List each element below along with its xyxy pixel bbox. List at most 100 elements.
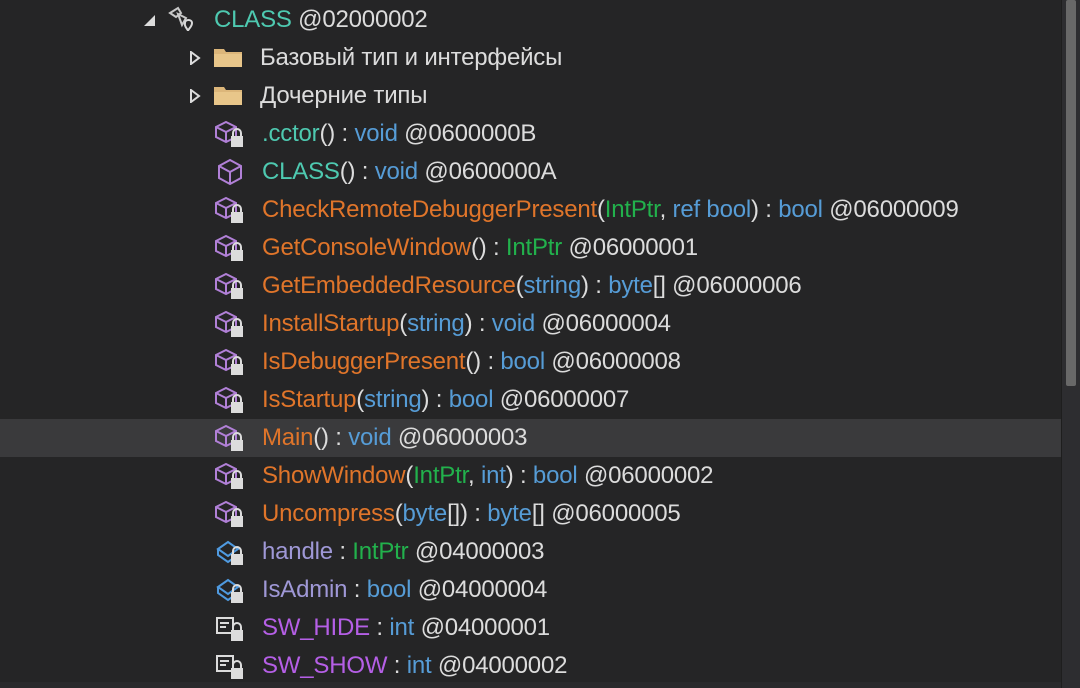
label-segment: @04000002 <box>431 652 568 679</box>
scrollbar-thumb[interactable] <box>1066 0 1076 386</box>
label-segment: InstallStartup <box>262 310 400 337</box>
tree-row-label: handle : IntPtr @04000003 <box>262 538 544 566</box>
tree-row[interactable]: ShowWindow(IntPtr, int) : bool @06000002 <box>0 457 1062 495</box>
label-segment: ) : <box>464 310 492 337</box>
label-segment: ) : <box>751 196 779 223</box>
tree-row[interactable]: .cctor() : void @0600000B <box>0 115 1062 153</box>
label-segment: ( <box>394 500 403 527</box>
folder-icon <box>212 43 244 73</box>
collapsed-arrow-icon[interactable] <box>188 89 202 103</box>
tree-row-label: IsDebuggerPresent() : bool @06000008 <box>262 348 681 376</box>
tree-row[interactable]: CLASS @02000002 <box>0 1 1062 39</box>
label-segment: CLASS <box>214 6 292 33</box>
label-segment: @04000004 <box>411 576 548 603</box>
label-segment: GetEmbeddedResource <box>262 272 516 299</box>
label-segment: ( <box>399 310 408 337</box>
label-segment: bool <box>448 386 494 413</box>
label-segment: void <box>491 310 536 337</box>
label-segment: Дочерние типы <box>260 82 428 109</box>
tree-row[interactable]: Базовый тип и интерфейсы <box>0 39 1062 77</box>
label-segment: @06000002 <box>577 462 714 489</box>
tree-row[interactable]: SW_SHOW : int @04000002 <box>0 647 1062 685</box>
tree-row[interactable]: IsDebuggerPresent() : bool @06000008 <box>0 343 1062 381</box>
label-segment: : <box>332 538 353 565</box>
tree-row-label: GetConsoleWindow() : IntPtr @06000001 <box>262 234 698 262</box>
tree-row-label: ShowWindow(IntPtr, int) : bool @06000002 <box>262 462 714 490</box>
label-segment: IntPtr <box>352 538 409 565</box>
tree-row-label: GetEmbeddedResource(string) : byte[] @06… <box>262 272 802 300</box>
tree-row[interactable]: SW_HIDE : int @04000001 <box>0 609 1062 647</box>
label-segment: [] @06000005 <box>531 500 681 527</box>
label-segment: .cctor <box>262 120 320 147</box>
label-segment: SW_SHOW <box>262 652 388 679</box>
label-segment: void <box>374 158 418 185</box>
label-segment: , <box>468 462 481 489</box>
label-segment: bool <box>500 348 545 375</box>
label-segment: GetConsoleWindow <box>262 234 471 261</box>
tree-row[interactable]: Uncompress(byte[]) : byte[] @06000005 <box>0 495 1062 533</box>
tree-row[interactable]: Дочерние типы <box>0 77 1062 115</box>
label-segment: void <box>354 120 398 147</box>
label-segment: : <box>347 576 367 603</box>
assembly-tree-pane: CLASS @02000002 Базовый тип и интерфейсы Д… <box>0 0 1080 688</box>
label-segment: : <box>387 652 407 679</box>
expanded-arrow-icon[interactable] <box>142 13 156 27</box>
tree-row[interactable]: GetEmbeddedResource(string) : byte[] @06… <box>0 267 1062 305</box>
label-segment: int <box>389 614 415 641</box>
label-segment: Uncompress <box>262 500 395 527</box>
label-segment: () : <box>313 424 349 451</box>
tree-row-label: SW_HIDE : int @04000001 <box>262 614 550 642</box>
label-segment: Main <box>262 424 314 451</box>
label-segment: @06000008 <box>544 348 681 375</box>
label-segment: () : <box>319 120 355 147</box>
label-segment: @06000004 <box>535 310 671 337</box>
field-private-icon <box>214 537 246 567</box>
tree-row-label: .cctor() : void @0600000B <box>262 120 536 148</box>
tree-row-label: Uncompress(byte[]) : byte[] @06000005 <box>262 500 681 528</box>
constant-private-icon <box>214 613 246 643</box>
label-segment: byte <box>402 500 448 527</box>
label-segment: byte <box>608 272 653 299</box>
label-segment: @02000002 <box>291 6 428 33</box>
tree-row[interactable]: IsStartup(string) : bool @06000007 <box>0 381 1062 419</box>
label-segment: CheckRemoteDebuggerPresent <box>262 196 597 223</box>
label-segment: ( <box>356 386 365 413</box>
tree-row[interactable]: Main() : void @06000003 <box>0 419 1062 457</box>
label-segment: string <box>407 310 465 337</box>
method-private-icon <box>214 499 246 529</box>
label-segment: SW_HIDE <box>262 614 370 641</box>
tree-row[interactable]: IsAdmin : bool @04000004 <box>0 571 1062 609</box>
constant-private-icon <box>214 651 246 681</box>
label-segment: @06000007 <box>493 386 630 413</box>
method-private-icon <box>214 347 246 377</box>
label-segment: ) : <box>421 386 449 413</box>
label-segment: @06000009 <box>822 196 959 223</box>
next-row-strip <box>0 682 1062 688</box>
class-icon <box>166 5 198 35</box>
tree-row[interactable]: handle : IntPtr @04000003 <box>0 533 1062 571</box>
vertical-scrollbar[interactable] <box>1061 0 1080 688</box>
tree-row[interactable]: InstallStartup(string) : void @06000004 <box>0 305 1062 343</box>
label-segment: @06000001 <box>562 234 699 261</box>
label-segment: () : <box>339 158 375 185</box>
label-segment: bool <box>778 196 823 223</box>
label-segment: @0600000A <box>417 158 557 185</box>
label-segment: @06000003 <box>391 424 528 451</box>
label-segment: ref bool <box>672 196 752 223</box>
label-segment: IntPtr <box>413 462 469 489</box>
label-segment: ) : <box>580 272 609 299</box>
collapsed-arrow-icon[interactable] <box>188 51 202 65</box>
label-segment: IntPtr <box>505 234 563 261</box>
method-private-icon <box>214 271 246 301</box>
tree-row[interactable]: CLASS() : void @0600000A <box>0 153 1062 191</box>
tree-row[interactable]: GetConsoleWindow() : IntPtr @06000001 <box>0 229 1062 267</box>
label-segment: ShowWindow <box>262 462 406 489</box>
tree-row-label: CheckRemoteDebuggerPresent(IntPtr, ref b… <box>262 196 959 224</box>
tree-row-label: Дочерние типы <box>260 82 427 110</box>
label-segment: byte <box>487 500 532 527</box>
label-segment: () : <box>470 234 506 261</box>
tree-row-label: InstallStartup(string) : void @06000004 <box>262 310 671 338</box>
tree-row[interactable]: CheckRemoteDebuggerPresent(IntPtr, ref b… <box>0 191 1062 229</box>
label-segment: @04000003 <box>408 538 545 565</box>
method-private-icon <box>214 309 246 339</box>
